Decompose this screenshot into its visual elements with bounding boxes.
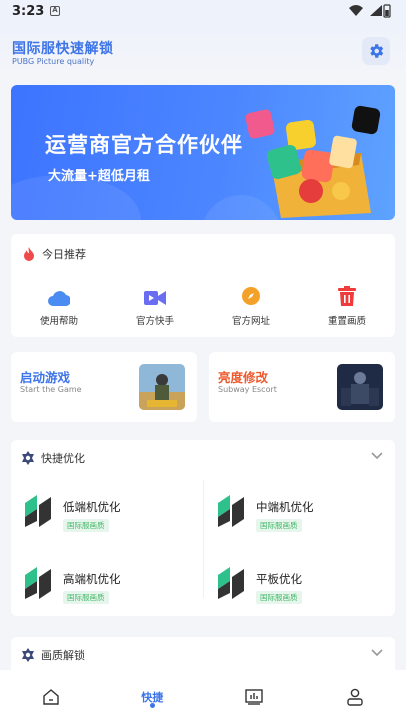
notification-icon: A <box>50 6 60 16</box>
tab-quick[interactable]: 快捷 <box>102 670 204 723</box>
app-title: 国际服快速解锁 <box>12 41 114 57</box>
profile-icon <box>347 688 363 706</box>
mid-end-optimize-button[interactable]: 中端机优化 国际服画质 <box>216 495 396 545</box>
promo-banner[interactable]: 运营商官方合作伙伴 大流量+超低月租 <box>11 85 395 220</box>
app-box-illustration <box>245 105 381 218</box>
unlock-header: 画质解锁 <box>21 647 85 663</box>
quality-tag: 国际服画质 <box>63 591 109 604</box>
high-end-label: 高端机优化 <box>63 572 121 586</box>
app-header: 国际服快速解锁 PUBG Picture quality <box>0 24 406 74</box>
start-game-card[interactable]: 启动游戏 Start the Game <box>11 352 197 422</box>
recommend-title: 今日推荐 <box>42 248 86 261</box>
brightness-subtitle: Subway Escort <box>218 385 277 394</box>
brightness-card[interactable]: 亮度修改 Subway Escort <box>209 352 395 422</box>
gear-badge-icon <box>22 451 34 465</box>
cloud-icon <box>48 291 70 306</box>
low-end-label: 低端机优化 <box>63 500 121 514</box>
optimize-icon <box>25 495 51 527</box>
brightness-title: 亮度修改 <box>218 370 269 385</box>
gear-icon <box>370 44 384 58</box>
video-camera-icon <box>144 291 166 305</box>
quick-header: 快捷优化 <box>21 450 85 466</box>
tab-stats[interactable] <box>203 670 305 723</box>
settings-button[interactable] <box>362 37 390 65</box>
chevron-down-icon[interactable] <box>371 649 383 657</box>
chart-icon <box>245 688 263 705</box>
wifi-battery-icon <box>349 4 391 18</box>
tablet-optimize-button[interactable]: 平板优化 国际服画质 <box>216 567 396 617</box>
gear-badge-icon <box>22 648 34 662</box>
quality-tag: 国际服画质 <box>256 519 302 532</box>
today-recommend-card: 今日推荐 使用帮助 官方快手 官方网址 重置画质 <box>11 234 395 337</box>
quick-optimize-card: 快捷优化 低端机优化 国际服画质 中端机优化 国际服画质 高端机优化 国际服画质… <box>11 440 395 616</box>
low-end-optimize-button[interactable]: 低端机优化 国际服画质 <box>23 495 203 545</box>
tab-profile[interactable] <box>305 670 406 723</box>
official-kuaishou-button[interactable]: 官方快手 <box>107 284 203 327</box>
mid-end-label: 中端机优化 <box>256 500 314 514</box>
quality-tag: 国际服画质 <box>63 519 109 532</box>
reset-label: 重置画质 <box>327 316 366 327</box>
optimize-icon <box>218 495 244 527</box>
app-subtitle: PUBG Picture quality <box>12 57 95 66</box>
start-game-subtitle: Start the Game <box>20 385 82 394</box>
quick-title: 快捷优化 <box>41 452 85 465</box>
pubg-game-thumbnail <box>139 364 185 410</box>
bottom-tab-bar: 快捷 <box>0 670 406 723</box>
trash-icon <box>338 286 356 306</box>
kuaishou-label: 官方快手 <box>135 316 174 327</box>
status-time: 3:23 <box>12 4 45 19</box>
optimize-icon <box>25 567 51 599</box>
help-label: 使用帮助 <box>39 316 78 327</box>
home-icon <box>43 688 59 705</box>
website-label: 官方网址 <box>231 316 270 327</box>
system-icons <box>348 4 392 22</box>
banner-subline: 大流量+超低月租 <box>48 169 150 184</box>
banner-headline: 运营商官方合作伙伴 <box>45 133 243 157</box>
divider <box>203 480 204 598</box>
recommend-header: 今日推荐 <box>23 246 86 262</box>
tablet-label: 平板优化 <box>256 572 302 586</box>
flame-icon <box>24 247 34 261</box>
status-bar: 3:23 A <box>0 0 406 24</box>
subway-thumbnail <box>337 364 383 410</box>
help-button[interactable]: 使用帮助 <box>11 284 107 327</box>
active-tab-indicator <box>149 703 155 708</box>
start-game-title: 启动游戏 <box>20 370 71 385</box>
high-end-optimize-button[interactable]: 高端机优化 国际服画质 <box>23 567 203 617</box>
reset-quality-button[interactable]: 重置画质 <box>299 284 395 327</box>
official-website-button[interactable]: 官方网址 <box>203 284 299 327</box>
compass-icon <box>242 287 260 305</box>
quality-tag: 国际服画质 <box>256 591 302 604</box>
tab-home[interactable] <box>0 670 102 723</box>
unlock-title: 画质解锁 <box>41 649 85 662</box>
optimize-icon <box>218 567 244 599</box>
chevron-down-icon[interactable] <box>371 452 383 460</box>
